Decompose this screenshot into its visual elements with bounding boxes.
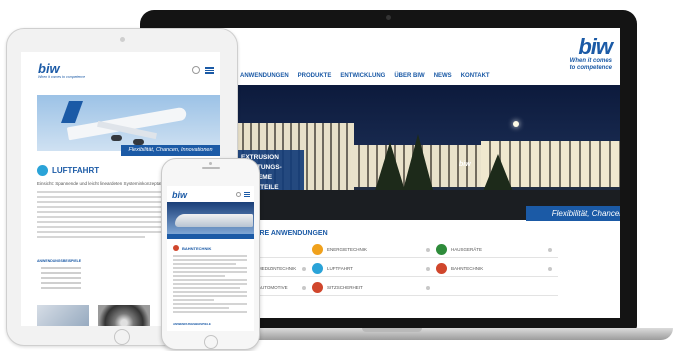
- hero-banner-strip: [167, 234, 254, 239]
- grid-label: SITZSCHERHEIT: [327, 285, 363, 290]
- logo-tagline-2: to competence: [569, 65, 612, 71]
- phone-camera: [209, 162, 212, 165]
- grid-label: LUFTFAHRT: [327, 266, 353, 271]
- grid-label: BAHNTECHNIK: [451, 266, 484, 271]
- plane-tail: [60, 101, 84, 123]
- grid-label: MEDIZINTECHNIK: [258, 266, 297, 271]
- phone-screen: biw BAHNTECHNIK ANWENDUNGSBEISPIELE: [167, 186, 254, 331]
- thumbnail-jet-engine[interactable]: [98, 305, 150, 326]
- arrow-dot-icon: [426, 247, 430, 252]
- list-label: ANWENDUNGSBEISPIELE: [37, 259, 82, 263]
- hero-slogan-banner: Flexibilität, Chancen, Innovationen: [121, 145, 220, 156]
- nav-item-produkte[interactable]: PRODUKTE: [298, 73, 332, 79]
- footer-label: ANWENDUNGSBEISPIELE: [173, 322, 211, 326]
- menu-icon[interactable]: [244, 192, 250, 197]
- rail-icon: [173, 245, 179, 251]
- grid-cell-sitzsicherheit[interactable]: SITZSCHERHEIT: [312, 280, 436, 296]
- biw-logo[interactable]: biw When it comes to competence: [569, 34, 613, 72]
- phone-speaker: [202, 167, 220, 169]
- applications-grid: ENERGIETECHNIK HAUSGERÄTE MEDIZINTECHNIK…: [240, 242, 558, 296]
- thumbnail-aircraft-cabin[interactable]: [37, 305, 89, 326]
- section-header-luftfahrt: LUFTFAHRT: [37, 165, 99, 176]
- header-icons: [192, 66, 214, 74]
- grid-cell-hausgeraete[interactable]: HAUSGERÄTE: [436, 242, 558, 258]
- aviation-icon: [312, 263, 323, 274]
- section-header-bahntechnik: BAHNTECHNIK: [173, 245, 211, 251]
- rail-icon: [436, 263, 447, 274]
- arrow-dot-icon: [302, 285, 306, 290]
- laptop-camera: [386, 15, 391, 20]
- arrow-dot-icon: [548, 266, 552, 271]
- nav-item-news[interactable]: NEWS: [434, 73, 452, 79]
- globe-icon[interactable]: [236, 192, 241, 197]
- nav-item-anwendungen[interactable]: ANWENDUNGEN: [240, 73, 289, 79]
- globe-icon[interactable]: [192, 66, 200, 74]
- engine-icon: [111, 135, 122, 141]
- biw-logo[interactable]: biw When it comes to competence: [38, 62, 85, 79]
- moon-light: [513, 121, 519, 127]
- hero-slogan-banner: Flexibilität, Chancen, Innovationen: [526, 206, 620, 221]
- arrow-dot-icon: [548, 247, 552, 252]
- logo-tagline: When it comes to competence: [38, 75, 86, 79]
- grid-cell-luftfahrt[interactable]: LUFTFAHRT: [312, 261, 436, 277]
- section-title: BAHNTECHNIK: [182, 245, 212, 251]
- section-title: LUFTFAHRT: [52, 166, 100, 175]
- nav-item-entwicklung[interactable]: ENTWICKLUNG: [340, 73, 385, 79]
- biw-logo[interactable]: biw: [172, 190, 187, 200]
- main-nav: ANWENDUNGEN PRODUKTE ENTWICKLUNG ÜBER BI…: [240, 73, 490, 79]
- bullet-list: [41, 267, 81, 292]
- plane-fuselage: [66, 106, 188, 141]
- tree-silhouette: [402, 134, 434, 194]
- energy-icon: [312, 244, 323, 255]
- grid-label: HAUSGERÄTE: [451, 247, 483, 252]
- arrow-dot-icon: [426, 266, 430, 271]
- tree-silhouette: [482, 154, 514, 194]
- logo-tagline-1: When it comes: [569, 58, 612, 64]
- grid-label: AUTOMOTIVE: [258, 285, 288, 290]
- train-shape: [175, 214, 253, 227]
- phone-device: biw BAHNTECHNIK ANWENDUNGSBEISPIELE: [161, 158, 260, 350]
- nav-item-kontakt[interactable]: KONTAKT: [461, 73, 490, 79]
- grid-cell-bahntechnik[interactable]: BAHNTECHNIK: [436, 261, 558, 277]
- phone-home-button[interactable]: [204, 335, 218, 349]
- header-icons: [236, 192, 250, 197]
- hero-image-train: [167, 202, 254, 234]
- appliance-icon: [436, 244, 447, 255]
- arrow-dot-icon: [426, 285, 430, 290]
- seat-icon: [312, 282, 323, 293]
- building-sign: biw: [459, 161, 471, 168]
- logo-wordmark: biw: [38, 61, 60, 76]
- nav-item-ueber-biw[interactable]: ÜBER BIW: [394, 73, 424, 79]
- hero-image-airplane: [37, 95, 220, 151]
- arrow-dot-icon: [302, 266, 306, 271]
- logo-wordmark: biw: [578, 34, 613, 59]
- body-text-block: [173, 255, 247, 315]
- menu-icon[interactable]: [205, 66, 214, 74]
- tablet-camera: [120, 37, 125, 42]
- grid-cell-energietechnik[interactable]: ENERGIETECHNIK: [312, 242, 436, 258]
- laptop-notch: [362, 328, 422, 332]
- grid-cell-empty: [436, 280, 558, 296]
- tablet-home-button[interactable]: [114, 329, 130, 345]
- grid-label: ENERGIETECHNIK: [327, 247, 368, 252]
- aviation-icon: [37, 165, 48, 176]
- section-subtitle: Einsicht: Spannende und leicht lineardet…: [37, 181, 168, 186]
